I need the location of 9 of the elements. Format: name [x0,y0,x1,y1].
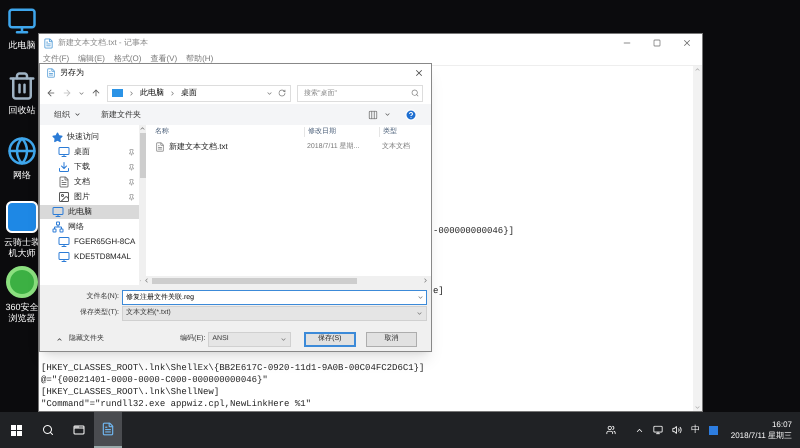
text-line: @="{00021401-0000-0000-C000-000000000046}" [41,374,269,386]
file-name: 新建文本文档.txt [169,141,228,153]
text-line: [HKEY_CLASSES_ROOT\.lnk\ShellNew] [41,386,220,398]
text-line: -000000000046}] [433,225,514,237]
dialog-title: 另存为 [60,67,85,79]
text-line: [HKEY_CLASSES_ROOT\.lnk\ShellEx\{BB2E617C-0920-11d1-9A0B-00C04FC2D6C1}] [41,362,424,374]
window-title: 新建文本文档.txt - 记事本 [58,37,149,49]
text-line: "Command"="rundll32.exe appwiz.cpl,NewLinkHere %1" [41,398,312,410]
text-line: e] [433,285,444,297]
